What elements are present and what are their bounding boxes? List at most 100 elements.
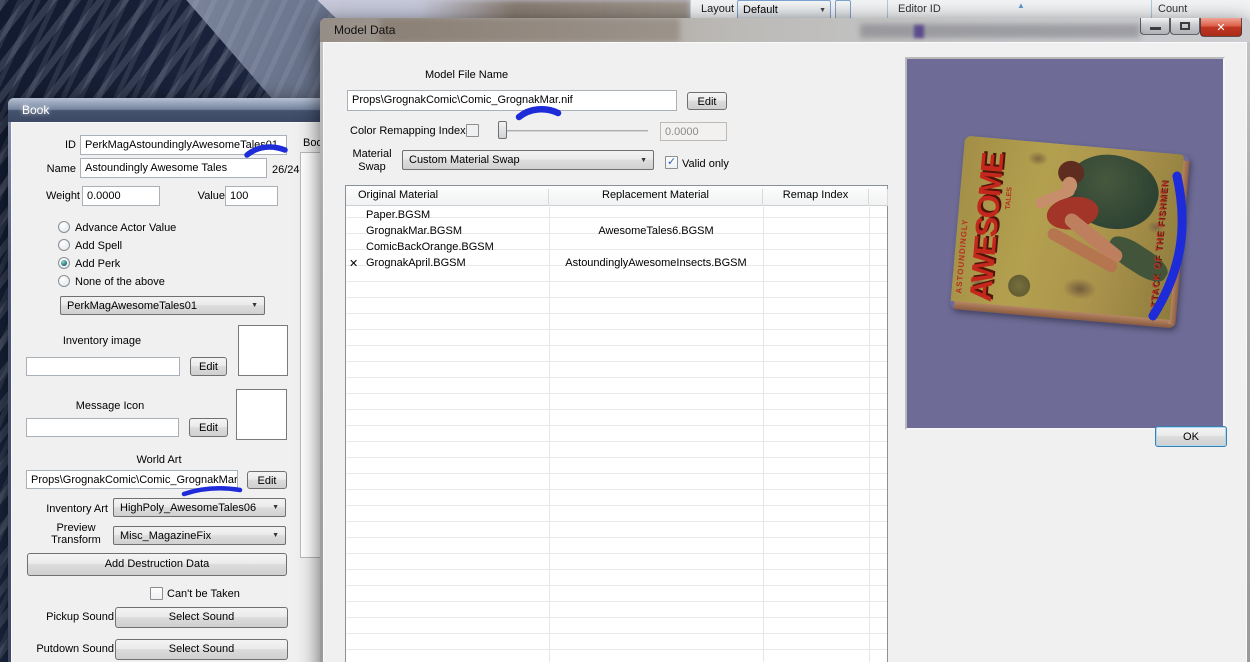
- world-art-edit-button[interactable]: Edit: [247, 471, 287, 489]
- inventory-image-field[interactable]: [26, 357, 180, 376]
- comic-cover: ASTOUNDINGLY AWESOME TALES ATTACK OF THE…: [950, 135, 1185, 321]
- model-dialog-titlebar[interactable]: Model Data: [320, 18, 1250, 42]
- column-header-count[interactable]: Count: [1158, 3, 1187, 15]
- column-gridline: [549, 207, 550, 662]
- inventory-image-preview: [238, 325, 288, 376]
- radio-add-perk-label: Add Perk: [75, 258, 121, 270]
- table-row[interactable]: GrognakMar.BGSM AwesomeTales6.BGSM: [346, 223, 887, 239]
- preview-transform-label: Preview Transform: [51, 522, 101, 546]
- radio-add-spell-label: Add Spell: [75, 240, 123, 252]
- column-separator: [1151, 0, 1152, 20]
- cant-be-taken-label: Can't be Taken: [167, 588, 240, 600]
- perk-combobox-value: PerkMagAwesomeTales01: [67, 300, 198, 312]
- message-icon-label: Message Icon: [75, 400, 145, 412]
- material-swap-table[interactable]: Original Material Replacement Material R…: [345, 185, 888, 662]
- table-header-replacement[interactable]: Replacement Material: [549, 189, 763, 206]
- cell-original: ComicBackOrange.BGSM: [366, 241, 494, 253]
- check-icon: ✓: [667, 156, 677, 168]
- message-icon-preview: [236, 389, 287, 440]
- model-data-dialog: Model Data ✕ Model File Name Props\Grogn…: [320, 18, 1250, 662]
- inventory-art-value: HighPoly_AwesomeTales06: [120, 502, 257, 514]
- name-char-counter: 26/24: [272, 164, 300, 176]
- column-gridline: [869, 207, 870, 662]
- minimize-icon: [1150, 27, 1161, 30]
- layout-combobox[interactable]: Default ▼: [737, 0, 831, 20]
- weight-label: Weight: [45, 190, 80, 202]
- weight-field[interactable]: 0.0000: [82, 186, 160, 206]
- maximize-icon: [1180, 22, 1190, 30]
- chevron-down-icon: ▼: [272, 532, 279, 539]
- model-dialog-title: Model Data: [334, 23, 396, 37]
- minimize-button[interactable]: [1140, 18, 1170, 35]
- name-label: Name: [46, 163, 76, 175]
- pickup-select-sound-button[interactable]: Select Sound: [115, 607, 288, 628]
- cell-replacement: AwesomeTales6.BGSM: [598, 225, 714, 237]
- glass-blur-left: [380, 18, 680, 42]
- color-remapping-label: Color Remapping Index: [350, 125, 466, 137]
- close-button[interactable]: ✕: [1200, 18, 1242, 37]
- inventory-image-edit-button[interactable]: Edit: [190, 357, 227, 376]
- layout-combobox-value: Default: [743, 4, 778, 16]
- preview-transform-combobox[interactable]: Misc_MagazineFix ▼: [113, 526, 286, 545]
- table-header-remap[interactable]: Remap Index: [763, 189, 869, 206]
- material-swap-value: Custom Material Swap: [409, 154, 520, 166]
- comic-book-preview: ASTOUNDINGLY AWESOME TALES ATTACK OF THE…: [950, 135, 1190, 329]
- radio-none-of-above-label: None of the above: [75, 276, 165, 288]
- chevron-down-icon: ▼: [640, 157, 647, 164]
- color-remap-slider-track[interactable]: [500, 130, 648, 132]
- book-dialog-titlebar[interactable]: Book: [8, 98, 326, 122]
- message-icon-edit-button[interactable]: Edit: [189, 418, 228, 437]
- table-row[interactable]: ComicBackOrange.BGSM: [346, 239, 887, 255]
- column-header-editor-id[interactable]: Editor ID: [898, 3, 941, 15]
- valid-only-checkbox[interactable]: ✓: [665, 156, 678, 169]
- chevron-down-icon: ▼: [819, 7, 826, 14]
- value-field[interactable]: 100: [225, 186, 278, 206]
- radio-add-spell[interactable]: [58, 239, 70, 251]
- ok-button[interactable]: OK: [1155, 426, 1227, 447]
- close-icon: ✕: [1216, 22, 1226, 34]
- layout-extra-button[interactable]: [835, 0, 851, 20]
- table-header-original[interactable]: Original Material: [346, 189, 549, 206]
- model-file-field[interactable]: Props\GrognakComic\Comic_GrognakMar.nif: [347, 90, 677, 111]
- id-field[interactable]: PerkMagAstoundinglyAwesomeTales01: [80, 135, 287, 155]
- valid-only-label: Valid only: [682, 158, 729, 170]
- pickup-sound-label: Pickup Sound: [46, 611, 114, 623]
- inventory-image-label: Inventory image: [62, 335, 142, 347]
- color-remapping-checkbox[interactable]: [466, 124, 479, 137]
- cell-original: GrognakMar.BGSM: [366, 225, 462, 237]
- maximize-button[interactable]: [1170, 18, 1200, 35]
- radio-advance-actor-value-label: Advance Actor Value: [75, 222, 177, 234]
- value-label: Value: [197, 190, 225, 202]
- table-row[interactable]: Paper.BGSM: [346, 207, 887, 223]
- color-remap-slider-thumb[interactable]: [498, 121, 507, 139]
- sort-ascending-icon: ▲: [1017, 1, 1025, 10]
- cell-original: GrognakApril.BGSM: [366, 257, 466, 269]
- model-file-name-label: Model File Name: [425, 69, 509, 81]
- book-dialog-title: Book: [22, 103, 50, 117]
- putdown-select-sound-button[interactable]: Select Sound: [115, 639, 288, 660]
- cell-original: Paper.BGSM: [366, 209, 431, 221]
- table-body: Paper.BGSM GrognakMar.BGSM AwesomeTales6…: [346, 207, 887, 662]
- perk-combobox[interactable]: PerkMagAwesomeTales01 ▼: [60, 296, 265, 315]
- model-file-edit-button[interactable]: Edit: [687, 92, 727, 110]
- material-swap-combobox[interactable]: Custom Material Swap ▼: [402, 150, 654, 170]
- putdown-sound-label: Putdown Sound: [36, 643, 114, 655]
- inventory-art-label: Inventory Art: [46, 503, 108, 515]
- cant-be-taken-checkbox[interactable]: [150, 587, 163, 600]
- column-gridline: [763, 207, 764, 662]
- screen: Layout Default ▼ Editor ID ▲ Count Book …: [0, 0, 1250, 662]
- name-field[interactable]: Astoundingly Awesome Tales: [80, 158, 267, 178]
- preview-transform-value: Misc_MagazineFix: [120, 530, 212, 542]
- model-preview-panel[interactable]: ASTOUNDINGLY AWESOME TALES ATTACK OF THE…: [905, 57, 1225, 430]
- radio-add-perk[interactable]: [58, 257, 70, 269]
- table-row[interactable]: ✕ GrognakApril.BGSM AstoundinglyAwesomeI…: [346, 255, 887, 271]
- message-icon-field[interactable]: [26, 418, 179, 437]
- table-header-filler: [869, 189, 888, 206]
- radio-advance-actor-value[interactable]: [58, 221, 70, 233]
- world-art-field[interactable]: Props\GrognakComic\Comic_GrognakMar.n: [26, 470, 238, 489]
- table-header: Original Material Replacement Material R…: [346, 186, 888, 206]
- inventory-art-combobox[interactable]: HighPoly_AwesomeTales06 ▼: [113, 498, 286, 517]
- add-destruction-data-button[interactable]: Add Destruction Data: [27, 553, 287, 576]
- radio-none-of-above[interactable]: [58, 275, 70, 287]
- row-delete-icon: ✕: [349, 258, 359, 270]
